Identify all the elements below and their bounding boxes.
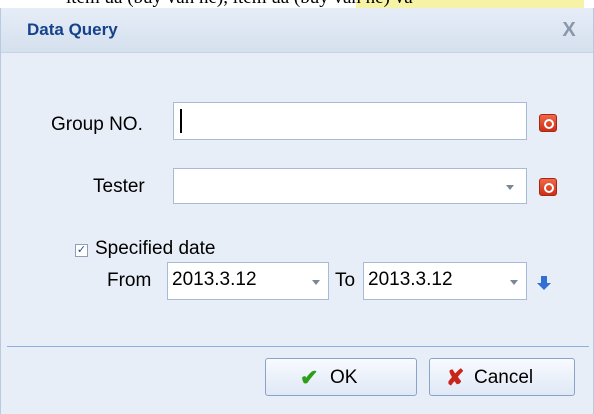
tester-label: Tester [93, 176, 145, 197]
chevron-down-icon [506, 185, 514, 190]
text-caret [180, 109, 182, 133]
cancel-button-label: Cancel [474, 367, 534, 388]
specified-date-checkbox[interactable]: ✓ [75, 244, 88, 257]
from-date-field[interactable]: 2013.3.12 [167, 262, 329, 300]
tester-select[interactable] [173, 168, 527, 204]
to-label: To [335, 270, 356, 291]
dialog-title: Data Query [27, 20, 118, 39]
cancel-x-icon: ✘ [446, 365, 465, 390]
chevron-down-icon [510, 280, 518, 285]
from-label: From [107, 270, 152, 291]
tester-clear-icon[interactable] [539, 178, 557, 196]
to-date-value: 2013.3.12 [368, 269, 453, 290]
ok-button[interactable]: ✔ OK [265, 358, 417, 396]
specified-date-label: Specified date [95, 238, 216, 259]
group-no-label: Group NO. [51, 114, 143, 135]
check-icon: ✔ [300, 365, 319, 390]
background-document-strip: ltem ua (buy van ne), ltem ua (buy van n… [0, 0, 594, 8]
group-no-clear-icon[interactable] [539, 114, 557, 132]
dialog-titlebar: Data Query X [1, 8, 593, 53]
footer-separator [7, 346, 589, 347]
to-date-field[interactable]: 2013.3.12 [363, 262, 527, 300]
ok-button-label: OK [330, 367, 358, 388]
arrow-down-icon[interactable] [535, 274, 553, 292]
from-date-value: 2013.3.12 [172, 269, 257, 290]
background-document-text: ltem ua (buy van ne), ltem ua (buy van n… [66, 0, 413, 8]
cancel-button[interactable]: ✘ Cancel [429, 358, 575, 396]
close-icon[interactable]: X [557, 18, 581, 42]
group-no-input[interactable] [173, 102, 527, 140]
chevron-down-icon [312, 280, 320, 285]
data-query-dialog: Data Query X Group NO. Tester ✓ Specifie… [0, 8, 594, 414]
